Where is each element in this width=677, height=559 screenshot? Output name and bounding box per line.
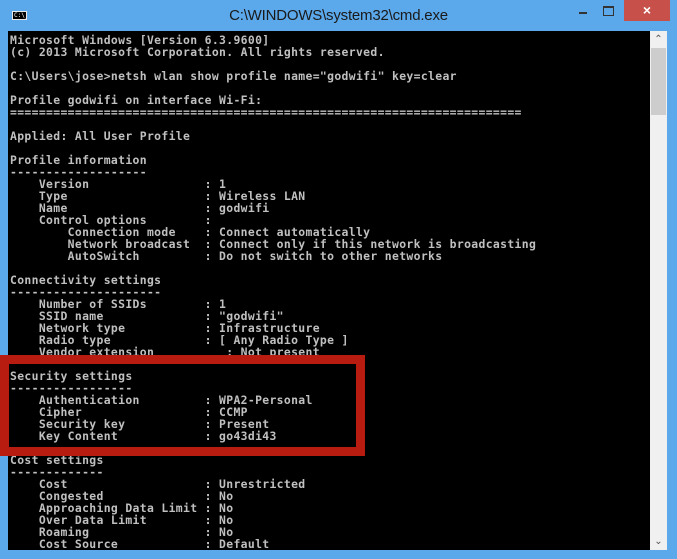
console-line: (c) 2013 Microsoft Corporation. All righ… [10,45,385,59]
title-bar[interactable]: C:\_ C:\WINDOWS\system32\cmd.exe × [0,0,677,32]
console-output[interactable]: Microsoft Windows [Version 6.3.9600] (c) … [8,31,650,550]
scroll-down-icon[interactable]: ⌄ [650,533,667,550]
console-line: Applied: All User Profile [10,129,191,143]
console-line: Vendor extension : Not present [10,345,320,359]
console-line: C:\Users\jose>netsh wlan show profile na… [10,69,457,83]
cmd-window: C:\_ C:\WINDOWS\system32\cmd.exe × Micro… [0,0,677,559]
vertical-scrollbar[interactable]: ⌃ ⌄ [650,31,667,550]
console-line: Key Content : go43di43 [10,429,277,443]
minimize-button[interactable] [570,0,596,22]
console-line: ========================================… [10,105,522,119]
scroll-thumb[interactable] [651,48,666,115]
maximize-button[interactable] [596,0,622,22]
console-line: AutoSwitch : Do not switch to other netw… [10,249,443,263]
scroll-up-icon[interactable]: ⌃ [650,31,667,48]
console-line: Cost Source : Default [10,537,270,550]
close-button[interactable]: × [624,0,670,21]
